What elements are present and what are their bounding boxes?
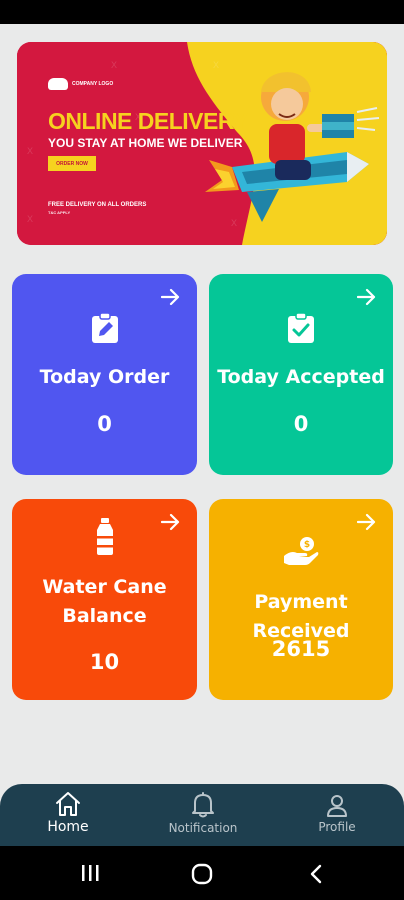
card-title: Today Order	[39, 366, 170, 388]
arrow-right-icon	[161, 288, 180, 306]
svg-text:$: $	[304, 540, 310, 550]
arrow-right-icon	[357, 288, 376, 306]
bottom-navigation: Home Notification Profile	[0, 784, 404, 846]
card-value: 10	[89, 650, 120, 674]
banner-headline: ONLINE DELIVERY	[48, 108, 248, 134]
today-accepted-card[interactable]: Today Accepted 0	[209, 274, 393, 475]
card-title-line1: Water Cane	[42, 576, 167, 598]
clipboard-check-icon	[288, 312, 314, 343]
status-bar	[0, 0, 404, 24]
banner-footnote-small: T&C APPLY	[48, 210, 71, 215]
arrow-right-icon	[357, 513, 376, 531]
recent-apps-icon[interactable]	[80, 864, 100, 882]
today-order-card[interactable]: Today Order 0	[12, 274, 197, 475]
logo-mark-icon	[48, 78, 68, 90]
back-icon[interactable]	[308, 864, 324, 884]
water-bottle-icon	[96, 518, 113, 555]
clipboard-edit-icon	[91, 312, 118, 343]
payment-received-card[interactable]: $ Payment Received 2615	[209, 499, 393, 700]
promo-banner[interactable]: X X X X X X COMPANY LOGO ONLINE DELIVERY…	[17, 42, 387, 245]
nav-label-profile: Profile	[318, 820, 356, 834]
company-logo: COMPANY LOGO	[48, 78, 113, 90]
logo-text: COMPANY LOGO	[72, 81, 114, 87]
nav-label-home: Home	[47, 819, 89, 835]
nav-label-notification: Notification	[168, 821, 238, 835]
nav-item-notification[interactable]: Notification	[160, 784, 246, 846]
card-title-line2: Balance	[62, 605, 147, 627]
person-icon	[327, 795, 347, 817]
bell-icon	[192, 792, 214, 818]
arrow-right-icon	[161, 513, 180, 531]
nav-item-profile[interactable]: Profile	[310, 784, 364, 846]
nav-item-home[interactable]: Home	[42, 784, 94, 846]
card-value: 0	[293, 412, 309, 436]
card-value: 0	[97, 412, 112, 436]
system-navigation-bar	[0, 846, 404, 900]
home-circle-icon[interactable]	[191, 863, 213, 885]
hand-coin-icon: $	[284, 537, 319, 565]
card-title: Today Accepted	[217, 366, 385, 388]
banner-subline: YOU STAY AT HOME WE DELIVER	[48, 136, 243, 150]
home-icon	[56, 792, 80, 816]
water-cane-balance-card[interactable]: Water Cane Balance 10	[12, 499, 197, 700]
banner-footnote: FREE DELIVERY ON ALL ORDERS	[48, 202, 147, 208]
card-value: 2615	[271, 637, 331, 661]
order-now-button[interactable]: ORDER NOW	[48, 156, 96, 171]
